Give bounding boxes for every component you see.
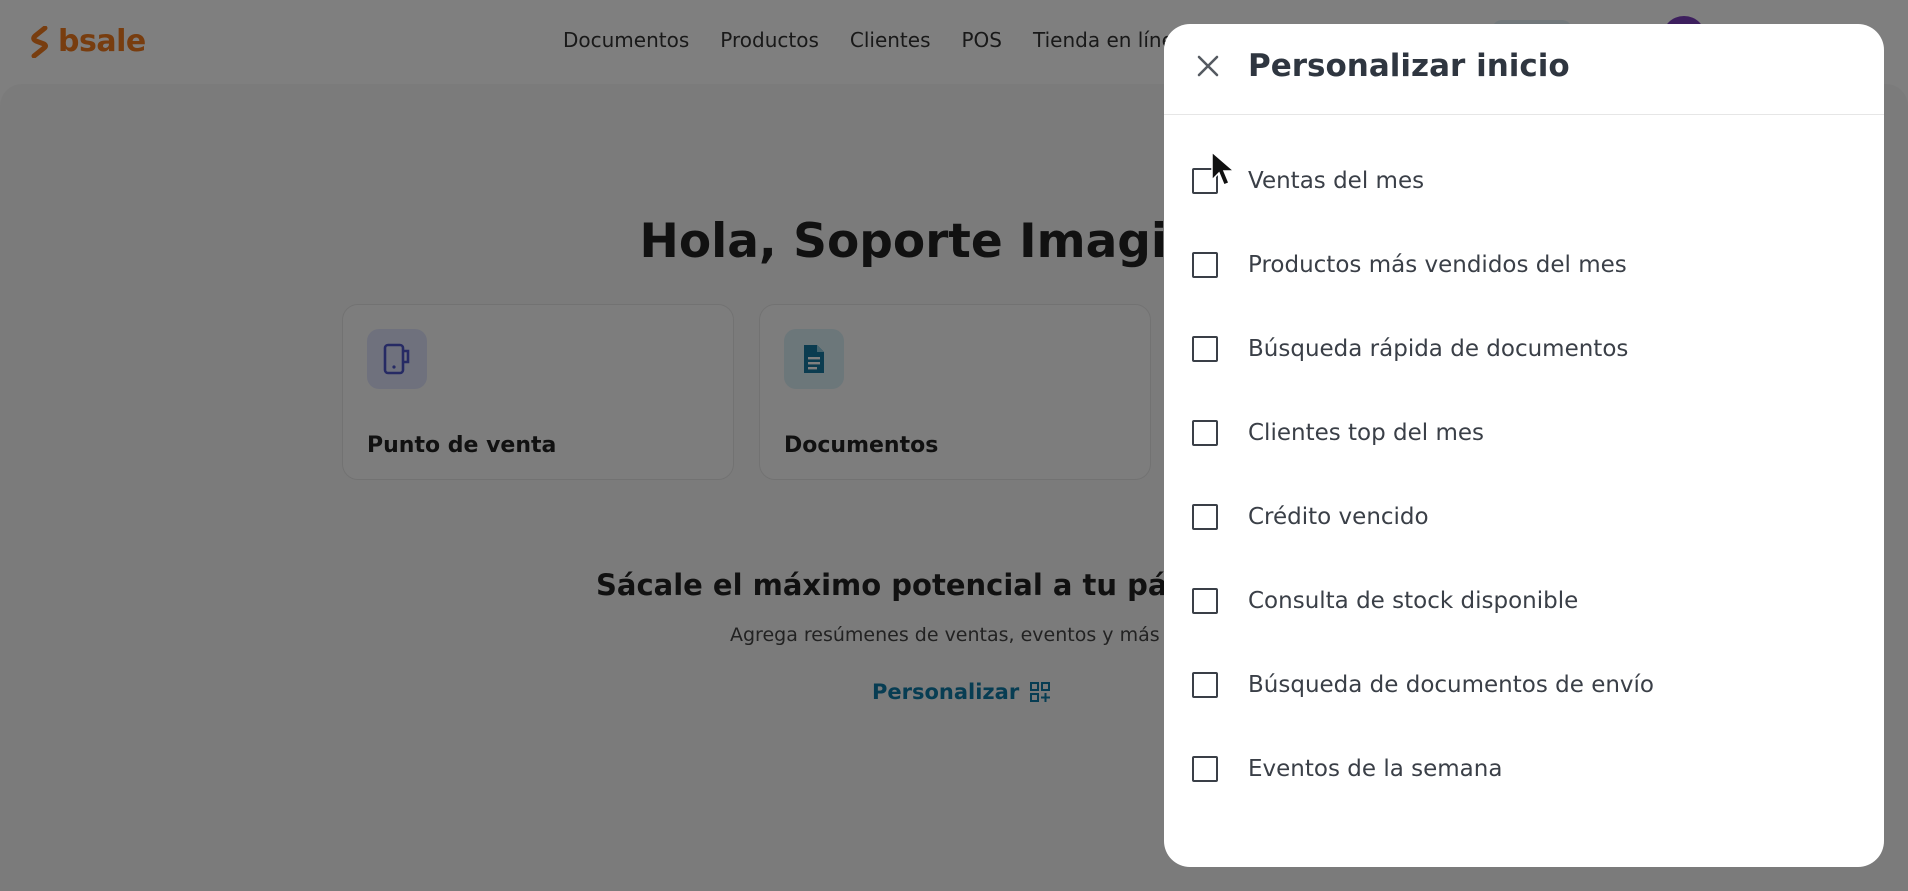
option-label: Búsqueda de documentos de envío: [1248, 672, 1655, 698]
option-productos-mas-vendidos[interactable]: Productos más vendidos del mes: [1192, 243, 1627, 287]
checkbox[interactable]: [1192, 336, 1218, 362]
option-label: Productos más vendidos del mes: [1248, 252, 1627, 278]
option-label: Eventos de la semana: [1248, 756, 1503, 782]
option-busqueda-documentos-envio[interactable]: Búsqueda de documentos de envío: [1192, 663, 1654, 707]
checkbox[interactable]: [1192, 504, 1218, 530]
drawer-header: Personalizar inicio: [1164, 24, 1884, 115]
checkbox[interactable]: [1192, 252, 1218, 278]
checkbox[interactable]: [1192, 420, 1218, 446]
close-icon: [1197, 55, 1219, 77]
checkbox[interactable]: [1192, 672, 1218, 698]
option-busqueda-rapida-documentos[interactable]: Búsqueda rápida de documentos: [1192, 327, 1628, 371]
close-button[interactable]: [1190, 48, 1226, 84]
option-credito-vencido[interactable]: Crédito vencido: [1192, 495, 1429, 539]
personalizar-inicio-drawer: Personalizar inicio Ventas del mes Produ…: [1164, 24, 1884, 867]
option-clientes-top[interactable]: Clientes top del mes: [1192, 411, 1484, 455]
drawer-title: Personalizar inicio: [1248, 48, 1570, 84]
mouse-cursor-icon: [1211, 150, 1237, 186]
option-consulta-stock[interactable]: Consulta de stock disponible: [1192, 579, 1578, 623]
option-eventos-semana[interactable]: Eventos de la semana: [1192, 747, 1502, 791]
option-label: Ventas del mes: [1248, 168, 1425, 194]
option-label: Clientes top del mes: [1248, 420, 1485, 446]
option-label: Búsqueda rápida de documentos: [1248, 336, 1629, 362]
option-label: Consulta de stock disponible: [1248, 588, 1579, 614]
checkbox[interactable]: [1192, 588, 1218, 614]
checkbox[interactable]: [1192, 756, 1218, 782]
option-label: Crédito vencido: [1248, 504, 1429, 530]
